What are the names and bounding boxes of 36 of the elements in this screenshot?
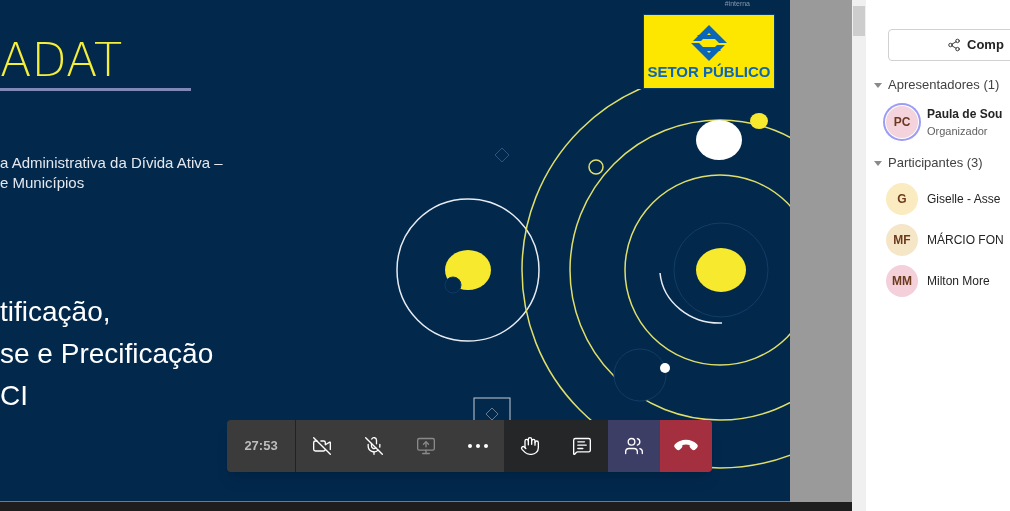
chat-icon <box>572 436 592 456</box>
section-header[interactable]: Apresentadores (1) <box>874 75 1010 95</box>
camera-off-icon <box>312 436 332 456</box>
hangup-button[interactable] <box>660 420 712 472</box>
section-header[interactable]: Participantes (3) <box>874 153 1010 173</box>
avatar: MF <box>886 223 918 256</box>
participant-name: MÁRCIO FON <box>927 231 1004 249</box>
share-screen-icon <box>416 436 436 456</box>
hand-button[interactable] <box>504 420 556 472</box>
avatar: PC <box>886 105 918 138</box>
slide-title: ADAT <box>0 32 124 89</box>
share-invite-button[interactable]: Comp <box>888 29 1010 61</box>
participant-name: Milton More <box>927 272 990 290</box>
slide-heading: tificação, se e Precificação CI <box>0 295 215 413</box>
chat-button[interactable] <box>556 420 608 472</box>
call-timer: 27:53 <box>227 420 296 472</box>
logo-text: SETOR PÚBLICO <box>647 62 771 81</box>
people-icon <box>624 436 644 456</box>
participant-item[interactable]: MF MÁRCIO FON <box>874 223 1010 256</box>
hand-icon <box>520 436 540 456</box>
share-icon <box>947 38 961 52</box>
avatar: G <box>886 182 918 215</box>
slide-subtitle: a Administrativa da Dívida Ativa – e Municípios <box>0 153 224 193</box>
avatar: MM <box>886 264 918 297</box>
microphone-off-icon <box>364 436 384 456</box>
more-icon <box>468 444 488 448</box>
participant-item[interactable]: G Giselle - Asse <box>874 182 1010 215</box>
camera-button[interactable] <box>296 420 348 472</box>
participant-role: Organizador <box>927 123 989 139</box>
participant-name: Giselle - Asse <box>927 190 1001 208</box>
people-button[interactable] <box>608 420 660 472</box>
participant-name: Paula de Sou <box>927 105 1003 123</box>
participant-item[interactable]: MM Milton More <box>874 264 1010 297</box>
participant-item[interactable]: PC Paula de Sou Organizador <box>874 104 1010 139</box>
scrollbar[interactable] <box>852 0 866 511</box>
logo-icon <box>689 22 729 63</box>
